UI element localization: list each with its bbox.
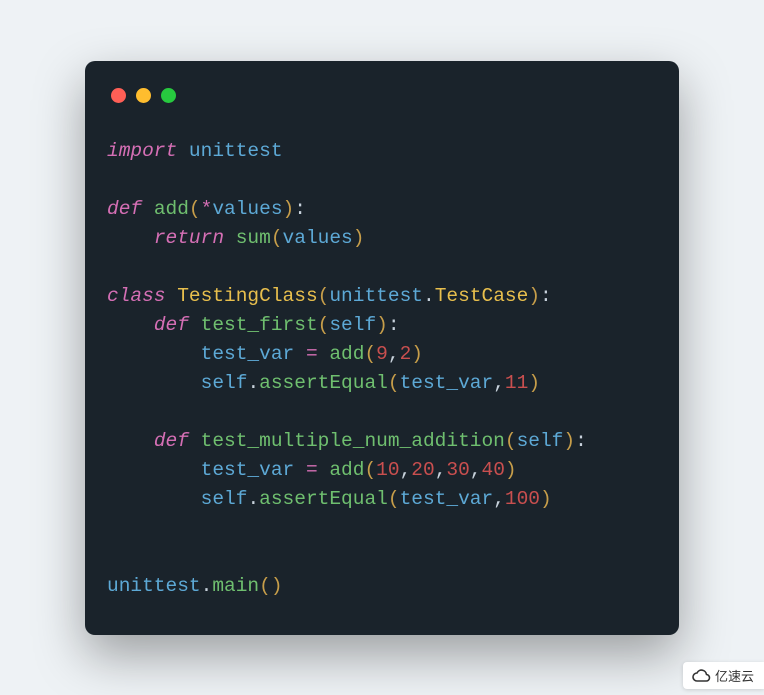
code-block: import unittest def add(*values): return… xyxy=(85,113,679,626)
comma: , xyxy=(435,459,447,481)
paren: ( xyxy=(318,285,330,307)
paren: ( xyxy=(364,343,376,365)
paren: ) xyxy=(283,198,295,220)
paren: ( xyxy=(271,227,283,249)
watermark-text: 亿速云 xyxy=(715,666,754,685)
paren: ) xyxy=(353,227,365,249)
paren: ) xyxy=(563,430,575,452)
base-class: TestCase xyxy=(435,285,529,307)
paren: ) xyxy=(540,488,552,510)
number: 11 xyxy=(505,372,528,394)
paren: ) xyxy=(411,343,423,365)
module-name: unittest xyxy=(189,140,283,162)
number: 40 xyxy=(482,459,505,481)
stage: import unittest def add(*values): return… xyxy=(0,0,764,695)
class-name: TestingClass xyxy=(177,285,317,307)
self-param: self xyxy=(517,430,564,452)
maximize-icon[interactable] xyxy=(161,88,176,103)
function-call: add xyxy=(329,459,364,481)
paren: ) xyxy=(271,575,283,597)
method-call: assertEqual xyxy=(259,372,388,394)
comma: , xyxy=(470,459,482,481)
colon: : xyxy=(388,314,400,336)
identifier: test_var xyxy=(400,488,494,510)
self-param: self xyxy=(329,314,376,336)
dot: . xyxy=(201,575,213,597)
keyword-return: return xyxy=(154,227,224,249)
number: 10 xyxy=(376,459,399,481)
keyword-def: def xyxy=(107,198,142,220)
comma: , xyxy=(388,343,400,365)
colon: : xyxy=(575,430,587,452)
dot: . xyxy=(247,488,259,510)
variable: test_var xyxy=(201,459,295,481)
paren: ) xyxy=(528,372,540,394)
keyword-import: import xyxy=(107,140,177,162)
builtin-call: sum xyxy=(236,227,271,249)
equals: = xyxy=(306,459,318,481)
number: 20 xyxy=(411,459,434,481)
parameter: values xyxy=(212,198,282,220)
window-controls xyxy=(85,79,679,113)
equals: = xyxy=(306,343,318,365)
variable: test_var xyxy=(201,343,295,365)
keyword-class: class xyxy=(107,285,166,307)
number: 100 xyxy=(505,488,540,510)
paren: ( xyxy=(259,575,271,597)
base-module: unittest xyxy=(329,285,423,307)
identifier: test_var xyxy=(400,372,494,394)
function-call: add xyxy=(329,343,364,365)
cloud-icon xyxy=(691,669,711,683)
paren: ( xyxy=(318,314,330,336)
identifier: values xyxy=(283,227,353,249)
close-icon[interactable] xyxy=(111,88,126,103)
paren: ) xyxy=(376,314,388,336)
self: self xyxy=(201,488,248,510)
method-name: test_multiple_num_addition xyxy=(201,430,505,452)
paren: ) xyxy=(505,459,517,481)
paren: ( xyxy=(505,430,517,452)
number: 30 xyxy=(446,459,469,481)
colon: : xyxy=(294,198,306,220)
method-name: test_first xyxy=(201,314,318,336)
number: 2 xyxy=(400,343,412,365)
keyword-def: def xyxy=(154,430,189,452)
dot: . xyxy=(423,285,435,307)
minimize-icon[interactable] xyxy=(136,88,151,103)
paren: ( xyxy=(388,372,400,394)
star-operator: * xyxy=(201,198,213,220)
dot: . xyxy=(247,372,259,394)
keyword-def: def xyxy=(154,314,189,336)
watermark: 亿速云 xyxy=(683,662,764,689)
comma: , xyxy=(493,488,505,510)
number: 9 xyxy=(376,343,388,365)
function-name: add xyxy=(154,198,189,220)
paren: ) xyxy=(528,285,540,307)
comma: , xyxy=(493,372,505,394)
paren: ( xyxy=(364,459,376,481)
self: self xyxy=(201,372,248,394)
colon: : xyxy=(540,285,552,307)
paren: ( xyxy=(189,198,201,220)
function-call: main xyxy=(212,575,259,597)
code-window: import unittest def add(*values): return… xyxy=(85,61,679,635)
comma: , xyxy=(400,459,412,481)
module-ref: unittest xyxy=(107,575,201,597)
paren: ( xyxy=(388,488,400,510)
method-call: assertEqual xyxy=(259,488,388,510)
